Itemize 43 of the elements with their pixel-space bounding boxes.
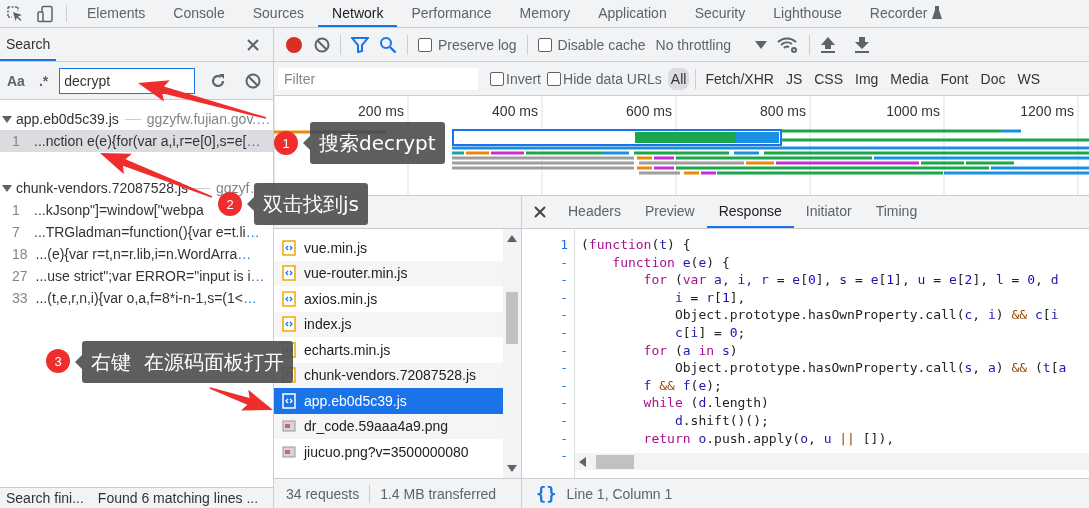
- status-text: Search fini...: [6, 490, 84, 506]
- code-line: i = r[1],: [673, 288, 746, 307]
- line-number: -: [559, 306, 569, 324]
- code-line: Object.prototype.hasOwnProperty.call(s, a) && (t[a: [673, 359, 1067, 377]
- line-number: -: [559, 271, 569, 289]
- tick-label: 1200 ms: [1020, 103, 1074, 119]
- checkbox-label: Invert: [506, 70, 541, 87]
- tick-label: 600 ms: [626, 103, 672, 119]
- line-number: -: [559, 394, 569, 412]
- code-line: for (a in s): [642, 341, 738, 360]
- tick-label: 1000 ms: [886, 103, 940, 119]
- checkbox-label: Preserve log: [438, 36, 517, 53]
- code-line: c[i] = 0;: [673, 323, 746, 342]
- line-number: 1: [559, 236, 569, 254]
- code-line: d.shift()();: [673, 411, 769, 430]
- code-line: function e(e) {: [611, 253, 730, 272]
- line-number: -: [559, 429, 569, 448]
- line-number: -: [559, 253, 569, 272]
- line-number: -: [559, 288, 569, 307]
- code-line: return o.push.apply(o, u || []),: [642, 429, 895, 448]
- request-count: 34 requests: [286, 485, 360, 502]
- code-line: Object.prototype.hasOwnProperty.call(c, i) && c[i: [673, 306, 1059, 324]
- line-number: -: [559, 447, 569, 465]
- code-line: (function(t) {: [581, 236, 691, 254]
- transfer-size: 1.4 MB transferred: [380, 485, 497, 502]
- line-number: -: [559, 411, 569, 430]
- status-text: Found 6 matching lines ...: [97, 490, 259, 506]
- code-line: while (d.length): [642, 394, 769, 412]
- tick-label: 400 ms: [492, 103, 538, 119]
- callout-tooltip: 右键 在源码面板打开: [82, 341, 293, 383]
- tick-label: 200 ms: [358, 103, 404, 119]
- step-badge: 3: [46, 349, 70, 373]
- callout-tooltip: 搜索decrypt: [310, 122, 445, 164]
- tick-label: 800 ms: [760, 103, 806, 119]
- line-number: -: [559, 341, 569, 360]
- code-line: f && f(e);: [642, 376, 722, 395]
- checkbox-label: Disable cache: [557, 36, 646, 53]
- code-line: for (var a, i, r = e[0], s = e[1], u = e[2], l = 0, d: [642, 271, 1059, 289]
- cursor-position: Line 1, Column 1: [566, 485, 673, 502]
- line-number: -: [559, 323, 569, 342]
- checkbox-label: Hide data URLs: [563, 70, 662, 87]
- line-number: -: [559, 359, 569, 377]
- line-number: -: [559, 376, 569, 395]
